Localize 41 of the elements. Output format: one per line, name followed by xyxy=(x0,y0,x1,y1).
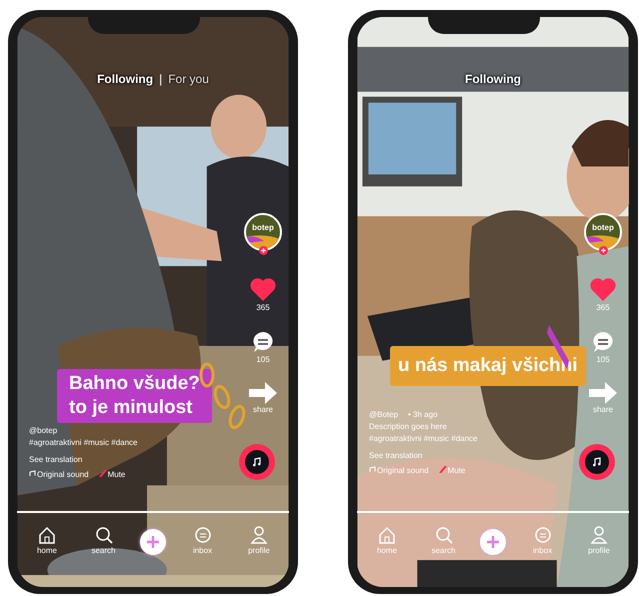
hashtags-text: #agroatraktivni #music #dance xyxy=(369,433,478,445)
post-description: Description goes here xyxy=(369,421,448,433)
heart-icon[interactable] xyxy=(249,277,277,302)
share-label: share xyxy=(592,405,613,414)
comment-count: 105 xyxy=(596,355,610,364)
plus-icon xyxy=(486,535,500,549)
caption-banner: Bahno všude? to je minulost xyxy=(57,369,212,423)
nav-tab[interactable]: profile xyxy=(239,525,279,555)
comment-count: 105 xyxy=(256,355,270,364)
nav-tab[interactable]: inbox xyxy=(182,525,222,555)
person-icon xyxy=(249,525,269,545)
follow-plus-icon[interactable] xyxy=(258,246,268,255)
like-count: 365 xyxy=(256,303,270,312)
mute-slash-icon xyxy=(438,466,447,473)
like-count: 365 xyxy=(596,303,610,312)
feed-tab[interactable]: Following xyxy=(97,72,154,86)
nav-tab[interactable]: search xyxy=(84,525,124,555)
translation-link[interactable]: See translation xyxy=(29,454,138,466)
comment-icon[interactable] xyxy=(251,330,275,354)
chat-icon xyxy=(532,525,552,545)
search-icon xyxy=(94,525,114,545)
feed-tab[interactable]: For you xyxy=(168,72,209,86)
plus-icon xyxy=(146,535,160,549)
home-icon xyxy=(377,525,397,545)
hashtags-text: #agroatraktivni #music #dance xyxy=(29,437,138,449)
feed-tab[interactable]: Following xyxy=(465,72,521,86)
share-arrow-icon[interactable] xyxy=(249,382,277,404)
mute-toggle[interactable]: Mute xyxy=(98,469,126,481)
person-icon xyxy=(589,525,609,545)
caption-banner: u nás makaj všichni xyxy=(390,346,586,386)
share-label: share xyxy=(252,405,273,414)
original-sound-link[interactable]: Original sound xyxy=(29,469,89,481)
petal-drawing xyxy=(197,362,247,432)
home-icon xyxy=(37,525,57,545)
mute-slash-icon xyxy=(98,470,107,477)
search-icon xyxy=(434,525,454,545)
chat-icon xyxy=(192,525,212,545)
post-time: • 3h ago xyxy=(408,409,438,421)
username-link[interactable]: @botep xyxy=(29,425,58,437)
nav-tab[interactable]: home xyxy=(27,525,67,555)
tab-separator: | xyxy=(159,72,162,86)
